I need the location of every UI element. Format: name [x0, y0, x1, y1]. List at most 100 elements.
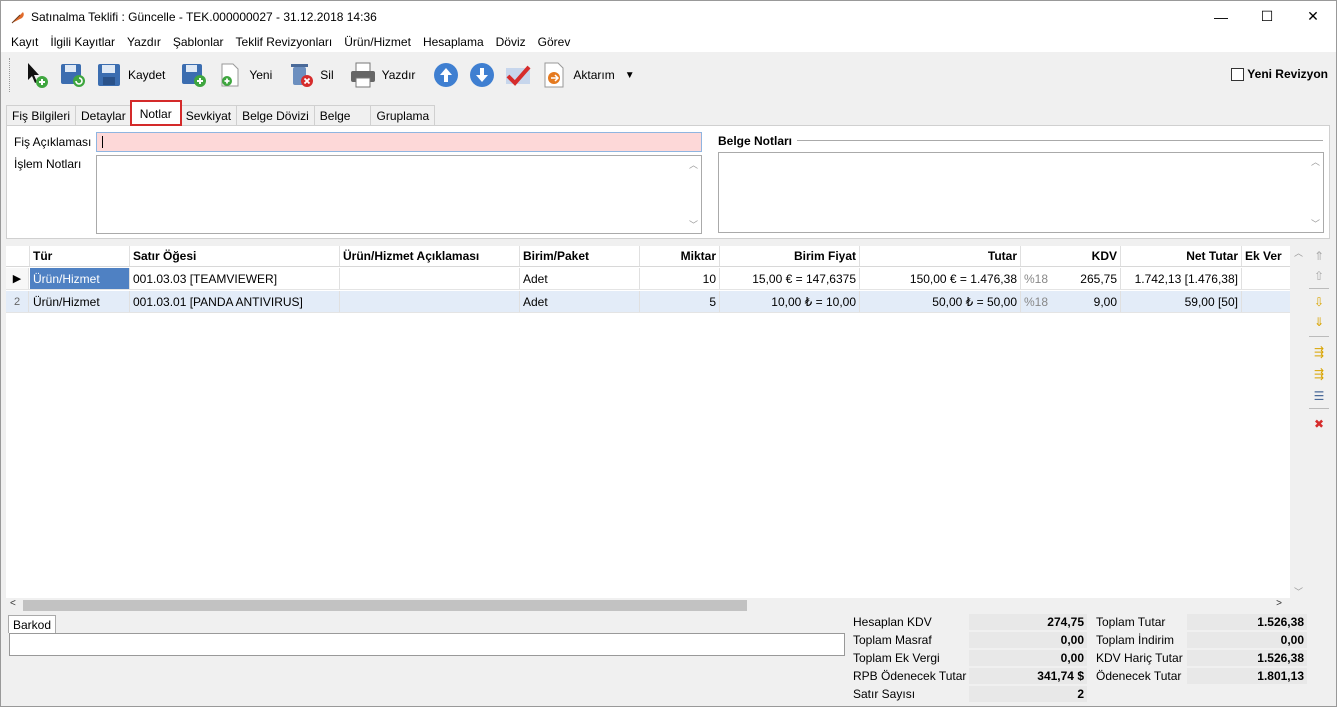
belge-notlari-textarea[interactable]: ︿ ﹀ — [718, 152, 1324, 233]
approve-button[interactable] — [503, 56, 533, 94]
cell-tur[interactable]: Ürün/Hizmet — [30, 268, 130, 289]
scroll-left-icon[interactable]: < — [10, 598, 16, 609]
transfer-button[interactable]: Aktarım ▼ — [539, 56, 635, 94]
tab-gruplama[interactable]: Gruplama — [370, 105, 436, 125]
tab-belge-dovizi[interactable]: Belge Dövizi — [236, 105, 315, 125]
cell-miktar[interactable]: 10 — [640, 268, 720, 289]
cell-aciklama[interactable] — [340, 291, 520, 312]
cell-ek-vergi[interactable] — [1242, 291, 1290, 312]
list-options-icon[interactable]: ☰ — [1311, 388, 1327, 404]
barkod-input[interactable] — [9, 633, 845, 656]
barkod-tab[interactable]: Barkod — [8, 615, 57, 633]
islem-notlari-textarea[interactable]: ︿ ﹀ — [96, 155, 702, 234]
col-header-birim[interactable]: Birim/Paket — [520, 246, 640, 266]
col-header-net-tutar[interactable]: Net Tutar — [1121, 246, 1242, 266]
cell-satir-ogesi[interactable]: 001.03.01 [PANDA ANTIVIRUS] — [130, 291, 340, 312]
tab-sevkiyat[interactable]: Sevkiyat — [179, 105, 238, 125]
scroll-thumb[interactable] — [23, 600, 747, 611]
printer-icon — [350, 62, 375, 88]
row-number[interactable]: 2 — [6, 291, 29, 312]
col-header-tur[interactable]: Tür — [30, 246, 130, 266]
cell-miktar[interactable]: 5 — [640, 291, 720, 312]
total-value: 0,00 — [969, 650, 1087, 666]
cell-tur[interactable]: Ürün/Hizmet — [30, 291, 130, 312]
menu-doviz[interactable]: Döviz — [490, 35, 532, 49]
delete-row-icon[interactable]: ✖ — [1311, 416, 1327, 432]
cell-aciklama[interactable] — [340, 268, 520, 289]
save-button[interactable]: Kaydet — [94, 56, 165, 94]
tab-belge[interactable]: Belge — [313, 105, 372, 125]
move-top-icon[interactable]: ⇑ — [1311, 248, 1327, 264]
move-up-icon[interactable]: ⇧ — [1311, 268, 1327, 284]
col-header-satir-ogesi[interactable]: Satır Öğesi — [130, 246, 340, 266]
minimize-button[interactable]: — — [1198, 1, 1244, 32]
cell-tutar[interactable]: 150,00 € = 1.476,38 — [860, 268, 1021, 289]
cell-ek-vergi[interactable] — [1242, 268, 1290, 289]
col-header-birim-fiyat[interactable]: Birim Fiyat — [720, 246, 860, 266]
scroll-up-icon[interactable]: ︿ — [1311, 155, 1320, 168]
tab-notlar[interactable]: Notlar — [129, 100, 182, 126]
tab-fis-bilgileri[interactable]: Fiş Bilgileri — [6, 105, 77, 125]
move-down-icon[interactable]: ⇩ — [1311, 294, 1327, 310]
scroll-right-icon[interactable]: > — [1276, 598, 1282, 609]
insert-row-icon[interactable]: ⇶ — [1311, 344, 1327, 360]
menu-ilgili-kayitlar[interactable]: İlgili Kayıtlar — [44, 35, 121, 49]
save-new-button[interactable] — [179, 56, 209, 94]
cell-kdv[interactable]: %18 9,00 — [1021, 291, 1121, 312]
delete-button[interactable]: Sil — [286, 56, 334, 94]
col-header-aciklama[interactable]: Ürün/Hizmet Açıklaması — [340, 246, 520, 266]
cell-birim-fiyat[interactable]: 10,00 ₺ = 10,00 — [720, 291, 860, 312]
cell-tutar[interactable]: 50,00 ₺ = 50,00 — [860, 291, 1021, 312]
new-button[interactable]: Yeni — [215, 56, 272, 94]
cell-net-tutar[interactable]: 1.742,13 [1.476,38] — [1121, 268, 1242, 289]
floppy-icon — [98, 64, 120, 86]
menu-gorev[interactable]: Görev — [532, 35, 577, 49]
total-label: RPB Ödenecek Tutar — [853, 669, 967, 683]
new-cursor-button[interactable] — [22, 56, 52, 94]
cell-birim[interactable]: Adet — [520, 268, 640, 289]
islem-notlari-scrollbar[interactable]: ︿ ﹀ — [686, 156, 701, 233]
move-down-button[interactable] — [467, 56, 497, 94]
table-row[interactable]: ▶ Ürün/Hizmet 001.03.03 [TEAMVIEWER] Ade… — [6, 268, 1290, 290]
close-button[interactable]: ✕ — [1290, 1, 1336, 32]
belge-notlari-scrollbar[interactable]: ︿ ﹀ — [1308, 153, 1323, 232]
scroll-down-icon[interactable]: ﹀ — [689, 218, 698, 231]
new-revision-checkbox[interactable]: Yeni Revizyon — [1231, 67, 1328, 81]
menu-kayit[interactable]: Kayıt — [5, 35, 44, 49]
menu-sablonlar[interactable]: Şablonlar — [167, 35, 230, 49]
scroll-down-icon[interactable]: ﹀ — [1294, 585, 1303, 598]
menu-urun-hizmet[interactable]: Ürün/Hizmet — [338, 35, 417, 49]
col-header-tutar[interactable]: Tutar — [860, 246, 1021, 266]
scroll-up-icon[interactable]: ︿ — [689, 158, 698, 171]
col-header-ek-vergi[interactable]: Ek Ver — [1242, 246, 1290, 266]
scroll-up-icon[interactable]: ︿ — [1294, 246, 1303, 259]
print-button[interactable]: Yazdır — [348, 56, 415, 94]
col-header-miktar[interactable]: Miktar — [640, 246, 720, 266]
scroll-down-icon[interactable]: ﹀ — [1311, 217, 1320, 230]
cell-net-tutar[interactable]: 59,00 [50] — [1121, 291, 1242, 312]
checkbox-box[interactable] — [1231, 67, 1245, 81]
grid-vertical-scrollbar[interactable]: ︿ ﹀ — [1291, 246, 1306, 598]
tab-detaylar[interactable]: Detaylar — [75, 105, 132, 125]
cell-birim[interactable]: Adet — [520, 291, 640, 312]
save-refresh-button[interactable] — [58, 56, 88, 94]
menu-hesaplama[interactable]: Hesaplama — [417, 35, 490, 49]
cell-satir-ogesi[interactable]: 001.03.03 [TEAMVIEWER] — [130, 268, 340, 289]
move-up-button[interactable] — [431, 56, 461, 94]
fis-aciklamasi-input[interactable] — [96, 132, 702, 152]
grid-horizontal-scrollbar[interactable]: < > — [6, 598, 1290, 613]
cell-kdv[interactable]: %18 265,75 — [1021, 268, 1121, 289]
cursor-add-icon — [28, 63, 48, 88]
menu-yazdir[interactable]: Yazdır — [121, 35, 167, 49]
maximize-button[interactable]: ☐ — [1244, 1, 1290, 32]
menu-teklif-revizyonlari[interactable]: Teklif Revizyonları — [230, 35, 339, 49]
grid-side-toolbar: ⇑ ⇧ ⇩ ⇓ ⇶ ⇶ ☰ ✖ — [1307, 246, 1331, 436]
move-bottom-icon[interactable]: ⇓ — [1311, 314, 1327, 330]
transfer-document-icon — [544, 62, 564, 88]
row-indicator-icon[interactable]: ▶ — [6, 268, 29, 289]
table-row[interactable]: 2 Ürün/Hizmet 001.03.01 [PANDA ANTIVIRUS… — [6, 291, 1290, 313]
cell-birim-fiyat[interactable]: 15,00 € = 147,6375 — [720, 268, 860, 289]
insert-row-after-icon[interactable]: ⇶ — [1311, 366, 1327, 382]
col-header-kdv[interactable]: KDV — [1021, 246, 1121, 266]
chevron-down-icon[interactable]: ▼ — [625, 70, 635, 81]
